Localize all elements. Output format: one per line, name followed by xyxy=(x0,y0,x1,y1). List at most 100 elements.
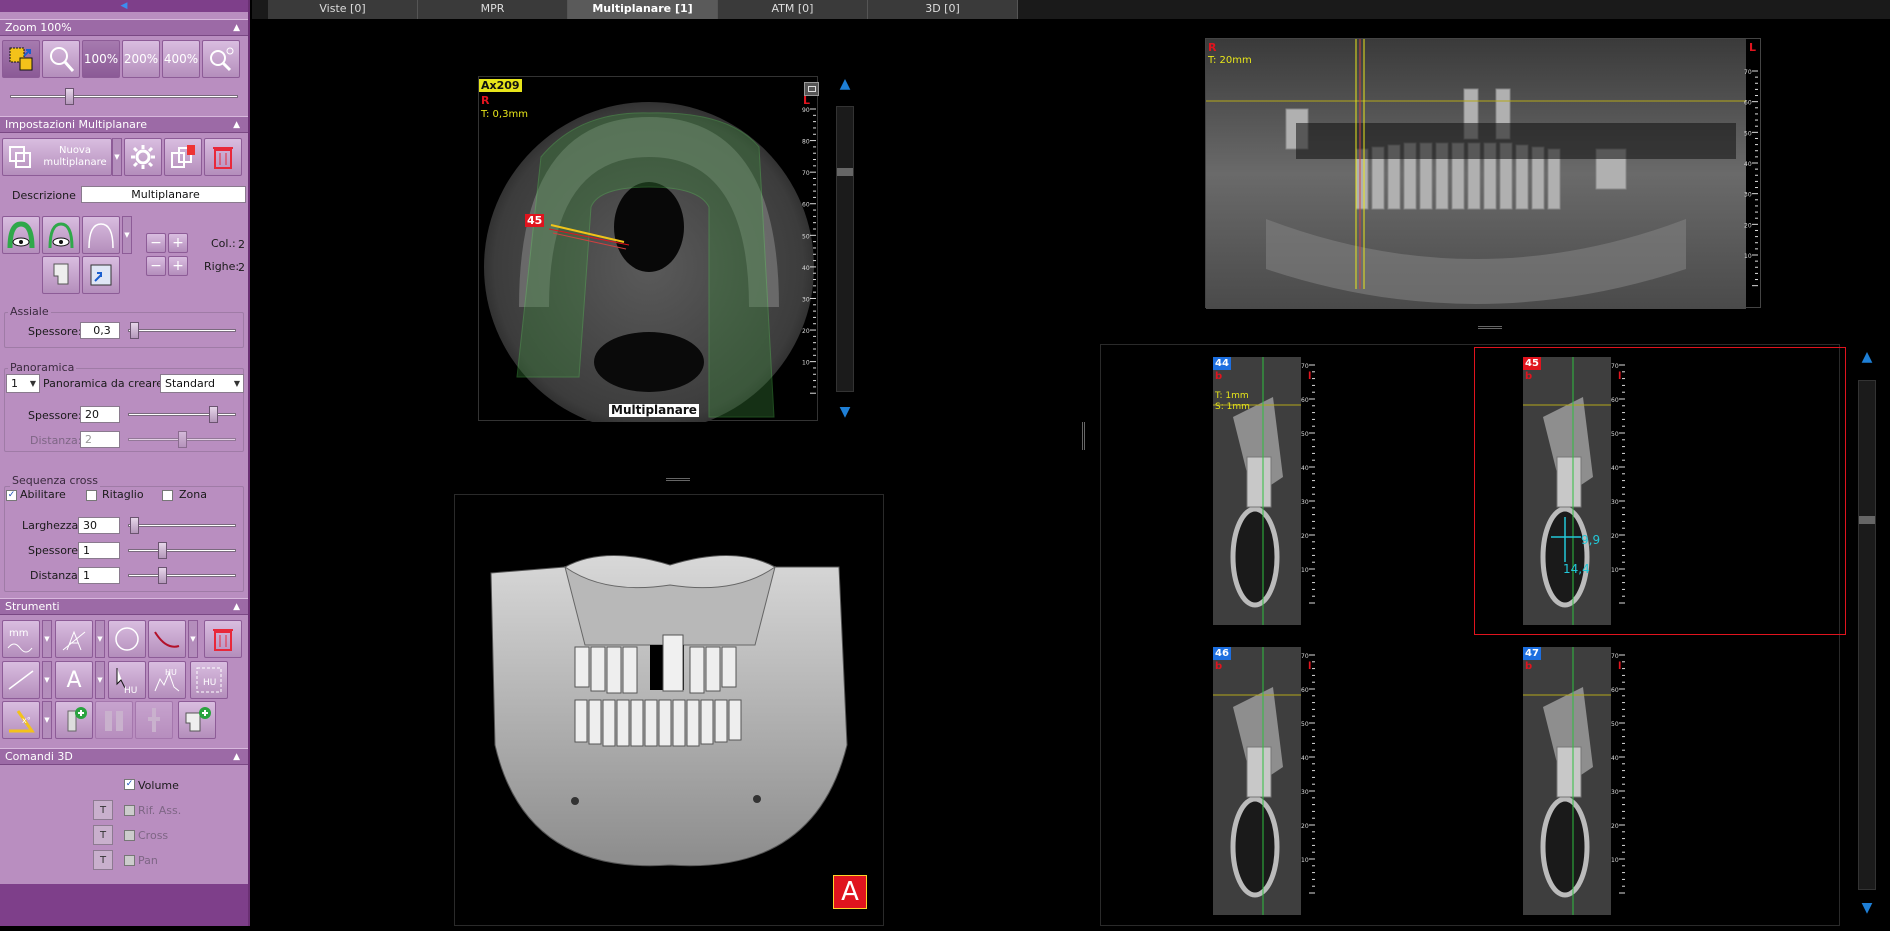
axial-scroll-down[interactable]: ▼ xyxy=(834,401,856,423)
tools-section-header[interactable]: Strumenti ▲ xyxy=(0,598,248,615)
cross-thickness-field[interactable]: 1 xyxy=(78,542,120,559)
slider-thumb[interactable] xyxy=(209,406,219,423)
rows-decrease-button[interactable]: − xyxy=(146,256,166,276)
enable-checkbox[interactable]: ✓ xyxy=(6,490,17,501)
cross-width-field[interactable]: 30 xyxy=(78,517,120,534)
cross-scroll-up[interactable]: ▲ xyxy=(1856,346,1878,368)
show-arch-button[interactable] xyxy=(2,216,40,254)
panoramic-thickness-slider[interactable] xyxy=(128,406,236,423)
axial-cross-tag[interactable]: 45 xyxy=(525,214,545,227)
cross-scroll-down[interactable]: ▼ xyxy=(1856,897,1878,919)
angle-tool-button[interactable] xyxy=(55,620,93,658)
zoom-section-header[interactable]: Zoom 100% ▲ xyxy=(0,19,248,36)
crop-checkbox[interactable] xyxy=(86,490,97,501)
tab-atm[interactable]: ATM [0] xyxy=(718,0,868,19)
orientation-badge[interactable]: A xyxy=(833,875,867,909)
delete-multiplanar-button[interactable] xyxy=(204,138,242,176)
tab-viste[interactable]: Viste [0] xyxy=(268,0,418,19)
zoom-magnifier-button[interactable] xyxy=(42,40,80,78)
cross-scroll-thumb[interactable] xyxy=(1859,516,1875,524)
add-implant-button[interactable] xyxy=(55,701,93,739)
multiplanar-section-header[interactable]: Impostazioni Multiplanare ▲ xyxy=(0,116,248,133)
collapse-panel-button[interactable]: ◀ xyxy=(0,0,248,12)
volume-3d-viewport[interactable]: A xyxy=(454,494,884,926)
tooth-view-button[interactable] xyxy=(42,256,80,294)
description-field[interactable]: Multiplanare xyxy=(81,186,246,203)
measure-dropdown[interactable]: ▼ xyxy=(42,620,52,658)
slider-thumb[interactable] xyxy=(157,542,167,559)
draw-curve-button[interactable] xyxy=(82,216,120,254)
cross-thickness-slider[interactable] xyxy=(128,542,236,559)
panoramic-thickness-field[interactable]: 20 xyxy=(80,406,120,423)
cross-view-button[interactable] xyxy=(82,256,120,294)
zoom-400-button[interactable]: 400% xyxy=(162,40,200,78)
col-decrease-button[interactable]: − xyxy=(146,233,166,253)
panoramic-type-select[interactable]: Standard ▼ xyxy=(160,374,244,393)
zoom-slider[interactable] xyxy=(10,88,238,105)
show-arch-alt-button[interactable] xyxy=(42,216,80,254)
horizontal-splitter-handle[interactable] xyxy=(666,478,690,481)
zoom-slider-thumb[interactable] xyxy=(64,88,74,105)
hu-point-button[interactable]: HU xyxy=(108,661,146,699)
cross-transparency-button[interactable]: T xyxy=(93,825,113,845)
pan-transparency-button[interactable]: T xyxy=(93,850,113,870)
duplicate-multiplanar-button[interactable] xyxy=(164,138,202,176)
col-increase-button[interactable]: + xyxy=(168,233,188,253)
circle-tool-button[interactable] xyxy=(108,620,146,658)
slider-thumb[interactable] xyxy=(129,517,139,534)
zone-checkbox[interactable] xyxy=(162,490,173,501)
vertical-splitter-handle[interactable] xyxy=(1082,422,1085,450)
add-tooth-button[interactable] xyxy=(178,701,216,739)
zoom-fit-button[interactable] xyxy=(2,40,40,78)
axis-dropdown[interactable]: ▼ xyxy=(42,701,52,739)
tab-multiplanare[interactable]: Multiplanare [1] xyxy=(568,0,718,19)
nerve-dropdown[interactable]: ▼ xyxy=(188,620,198,658)
tab-mpr[interactable]: MPR xyxy=(418,0,568,19)
cross-distance-field[interactable]: 1 xyxy=(78,567,120,584)
axial-scroll-up[interactable]: ▲ xyxy=(834,73,856,95)
text-tool-button[interactable]: A xyxy=(55,661,93,699)
slider-thumb[interactable] xyxy=(157,567,167,584)
ref-transparency-button[interactable]: T xyxy=(93,800,113,820)
zoom-settings-button[interactable] xyxy=(202,40,240,78)
angle-dropdown[interactable]: ▼ xyxy=(95,620,105,658)
hu-profile-button[interactable]: HU xyxy=(148,661,186,699)
delete-tool-button[interactable] xyxy=(204,620,242,658)
axial-viewport[interactable]: Ax209 R T: 0,3mm L 45 Multiplanare 90 80 7… xyxy=(478,76,819,422)
axial-scrollbar[interactable] xyxy=(836,106,854,392)
tab-3d[interactable]: 3D [0] xyxy=(868,0,1018,19)
volume-checkbox[interactable]: ✓ xyxy=(124,779,135,790)
nerve-curve-button[interactable] xyxy=(148,620,186,658)
zoom-100-button[interactable]: 100% xyxy=(82,40,120,78)
hu-area-button[interactable]: HU xyxy=(190,661,228,699)
cross-section-view-44[interactable]: 44 b l T: 1mm S: 1mm 70 60 50 40 30 20 10 xyxy=(1213,357,1315,625)
axis-tool-button[interactable]: x° xyxy=(2,701,40,739)
axial-thickness-slider[interactable] xyxy=(128,322,236,339)
line-tool-button[interactable] xyxy=(2,661,40,699)
cross-section-view-45[interactable]: 45 b l 70 60 50 40 30 20 10 9,9 14,4 xyxy=(1523,357,1625,625)
slider-thumb[interactable] xyxy=(129,322,139,339)
cross-scrollbar[interactable] xyxy=(1858,380,1876,890)
line-dropdown[interactable]: ▼ xyxy=(42,661,52,699)
measure-distance-button[interactable]: mm xyxy=(2,620,40,658)
cross-width-slider[interactable] xyxy=(128,517,236,534)
zoom-200-button[interactable]: 200% xyxy=(122,40,160,78)
axial-thickness-field[interactable]: 0,3 xyxy=(80,322,120,339)
multiplanar-settings-button[interactable] xyxy=(124,138,162,176)
cross-section-view-47[interactable]: 47 b l 70 60 50 40 30 20 10 xyxy=(1523,647,1625,915)
panoramic-viewport[interactable]: R T: 20mm L 70 60 50 40 30 20 10 xyxy=(1205,38,1761,309)
axial-scroll-thumb[interactable] xyxy=(837,167,853,176)
pan-checkbox[interactable] xyxy=(124,855,135,866)
cross-checkbox[interactable] xyxy=(124,830,135,841)
axial-maximize-button[interactable] xyxy=(804,82,819,96)
cross-section-view-46[interactable]: 46 b l 70 60 50 40 30 20 10 xyxy=(1213,647,1315,915)
new-multiplanar-dropdown[interactable]: ▼ xyxy=(112,138,122,176)
commands3d-section-header[interactable]: Comandi 3D ▲ xyxy=(0,748,248,765)
curve-dropdown[interactable]: ▼ xyxy=(122,216,132,254)
ref-checkbox[interactable] xyxy=(124,805,135,816)
cross-distance-slider[interactable] xyxy=(128,567,236,584)
new-multiplanar-button[interactable]: Nuova multiplanare xyxy=(2,138,112,176)
rows-increase-button[interactable]: + xyxy=(168,256,188,276)
pano-splitter-handle[interactable] xyxy=(1478,326,1502,329)
text-dropdown[interactable]: ▼ xyxy=(95,661,105,699)
